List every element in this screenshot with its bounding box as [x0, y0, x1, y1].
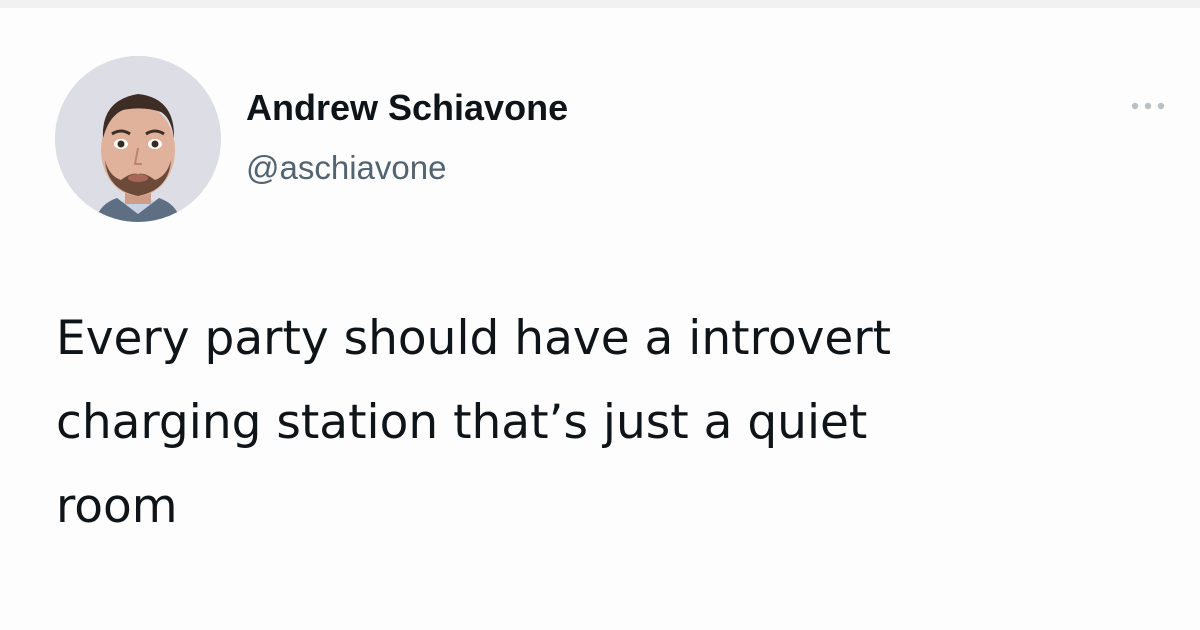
- avatar[interactable]: [55, 56, 221, 222]
- avatar-photo: [55, 56, 221, 222]
- tweet-text: Every party should have a introvert char…: [56, 311, 892, 534]
- top-divider: [0, 0, 1200, 8]
- more-horizontal-icon: [1131, 102, 1165, 110]
- tweet-card: Andrew Schiavone @aschiavone Every party…: [0, 0, 1200, 630]
- more-options-button[interactable]: [1124, 92, 1172, 120]
- author-display-name[interactable]: Andrew Schiavone: [246, 86, 568, 130]
- author-handle[interactable]: @aschiavone: [246, 148, 446, 188]
